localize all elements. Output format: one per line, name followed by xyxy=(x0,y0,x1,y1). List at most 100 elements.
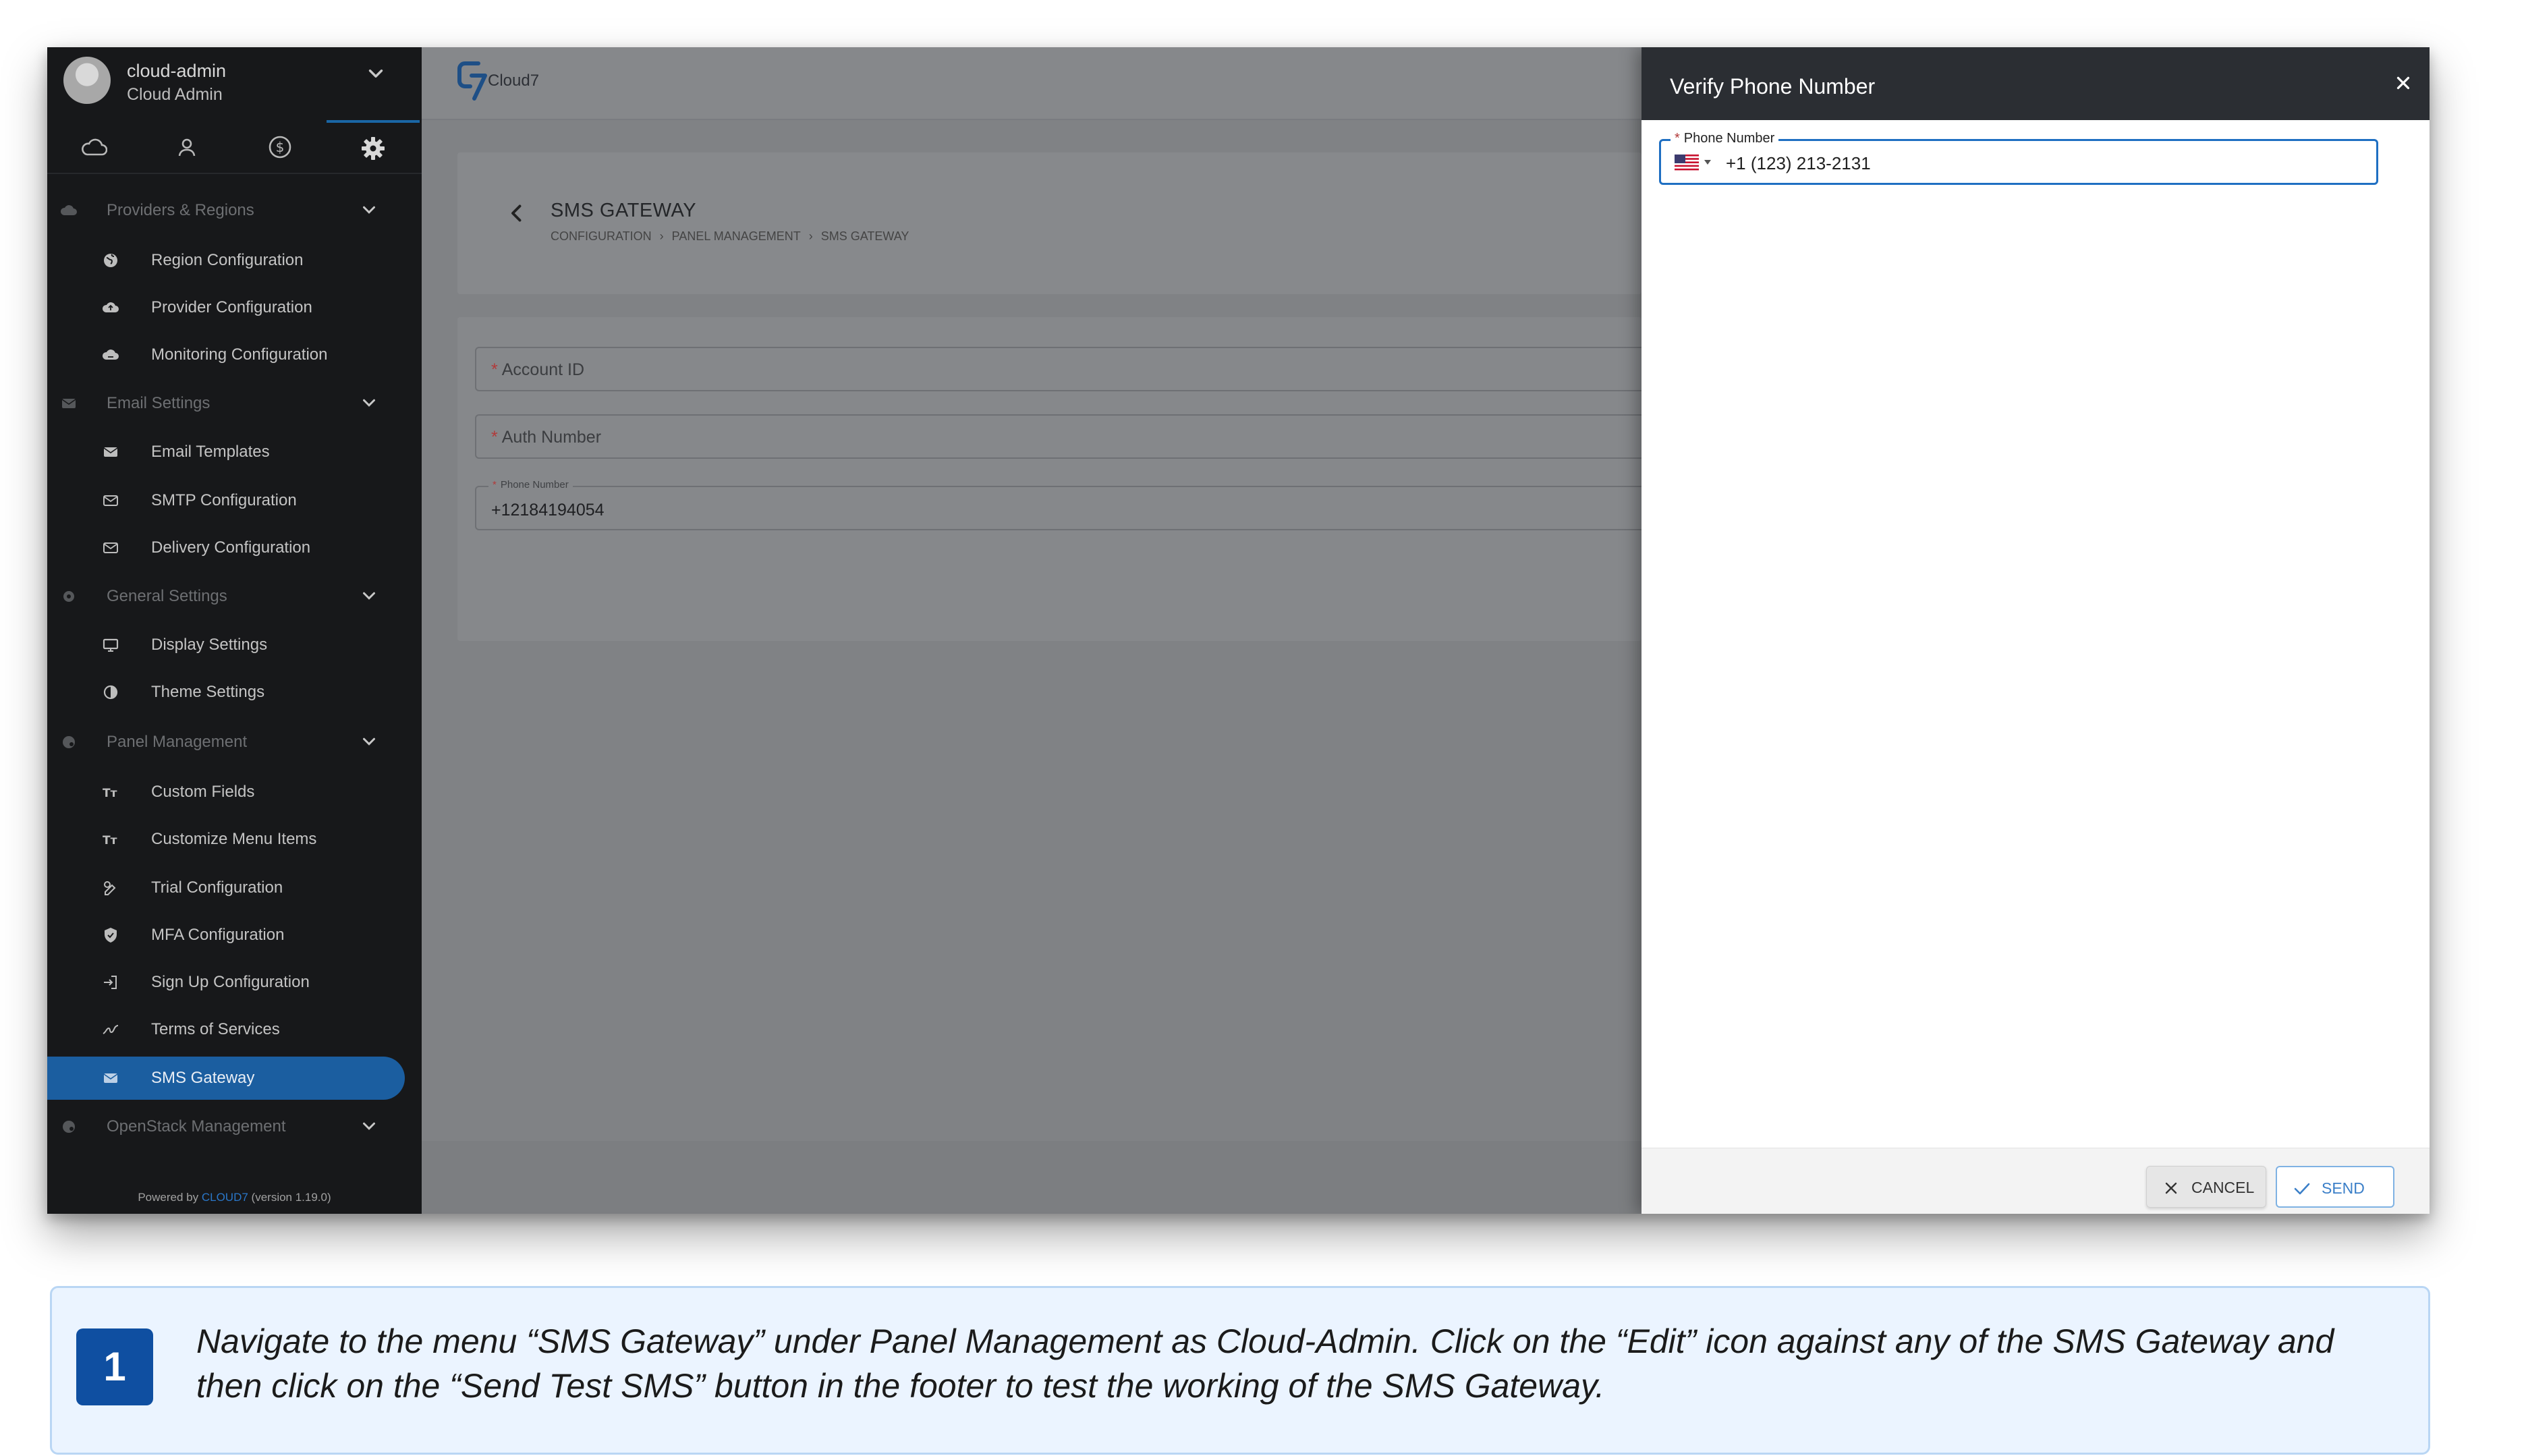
powered-brand-link[interactable]: CLOUD7 xyxy=(202,1191,248,1204)
sidebar-item-delivery-configuration[interactable]: Delivery Configuration xyxy=(47,526,422,569)
dialog-header: Verify Phone Number xyxy=(1641,47,2430,120)
sidebar-item-smtp-configuration[interactable]: SMTP Configuration xyxy=(47,479,422,522)
us-flag-icon[interactable] xyxy=(1675,155,1699,171)
svg-text:Tт: Tт xyxy=(103,787,117,800)
chevron-down-icon xyxy=(363,737,375,746)
cloud-monitor-icon xyxy=(102,349,119,360)
mail-icon xyxy=(61,399,76,408)
section-label: Panel Management xyxy=(107,733,248,751)
sidebar-item-sign-up-configuration[interactable]: Sign Up Configuration xyxy=(47,961,422,1004)
required-marker: * xyxy=(491,360,498,379)
tab-settings[interactable] xyxy=(327,120,420,174)
palette-icon xyxy=(63,1121,75,1133)
powered-by: Powered by CLOUD7 (version 1.19.0) xyxy=(47,1191,422,1204)
user-icon xyxy=(178,138,196,157)
trial-icon xyxy=(104,881,116,895)
close-icon[interactable] xyxy=(2393,73,2413,93)
sidebar-item-region-configuration[interactable]: Region Configuration xyxy=(47,239,422,282)
sidebar-item-display-settings[interactable]: Display Settings xyxy=(47,623,422,667)
section-label: Email Settings xyxy=(107,394,210,412)
verify-phone-dialog: Verify Phone Number * Phone Number +1 (12… xyxy=(1641,47,2430,1214)
login-icon xyxy=(104,976,117,989)
sidebar: cloud-admin Cloud Admin $ Providers & Re… xyxy=(47,47,422,1214)
caret-down-icon[interactable] xyxy=(1704,160,1711,165)
tab-cloud[interactable] xyxy=(47,120,140,174)
breadcrumb-item[interactable]: PANEL MANAGEMENT xyxy=(672,229,801,243)
text-size-icon: Tт xyxy=(103,834,117,847)
sidebar-item-theme-settings[interactable]: Theme Settings xyxy=(47,671,422,714)
sidebar-item-label: Theme Settings xyxy=(151,683,265,701)
sidebar-item-trial-configuration[interactable]: Trial Configuration xyxy=(47,866,422,909)
user-role: Cloud Admin xyxy=(127,85,223,104)
sidebar-item-label: Display Settings xyxy=(151,636,268,654)
section-email-settings[interactable]: Email Settings xyxy=(47,382,422,425)
powered-version: (version 1.19.0) xyxy=(248,1191,331,1204)
dollar-icon: $ xyxy=(269,136,291,159)
sidebar-item-provider-configuration[interactable]: Provider Configuration xyxy=(47,286,422,329)
mail-icon xyxy=(103,1073,118,1083)
sidebar-item-label: Monitoring Configuration xyxy=(151,345,328,364)
cancel-label: CANCEL xyxy=(2191,1179,2255,1196)
user-name: cloud-admin xyxy=(127,61,227,81)
step-number-badge: 1 xyxy=(76,1328,153,1405)
phone-number-label: Phone Number xyxy=(500,479,569,491)
account-id-placeholder: Account ID xyxy=(501,360,585,379)
sidebar-item-email-templates[interactable]: Email Templates xyxy=(47,430,422,474)
send-label: SEND xyxy=(2322,1179,2365,1197)
sidebar-item-label: MFA Configuration xyxy=(151,926,285,944)
dialog-footer: CANCEL SEND xyxy=(1641,1148,2430,1214)
chevron-down-icon[interactable] xyxy=(364,62,387,85)
sidebar-item-custom-fields[interactable]: Tт Custom Fields xyxy=(47,771,422,814)
sidebar-item-terms-of-services[interactable]: Terms of Services xyxy=(47,1008,422,1051)
breadcrumb-item[interactable]: CONFIGURATION xyxy=(551,229,652,243)
sidebar-item-customize-menu-items[interactable]: Tт Customize Menu Items xyxy=(47,818,422,861)
avatar xyxy=(63,57,111,104)
svg-text:Tт: Tт xyxy=(103,834,117,847)
section-panel-management[interactable]: Panel Management xyxy=(47,721,422,764)
dialog-title: Verify Phone Number xyxy=(1670,74,1876,99)
svg-text:$: $ xyxy=(276,139,285,155)
sidebar-item-label: Sign Up Configuration xyxy=(151,973,310,991)
sidebar-item-label: Customize Menu Items xyxy=(151,830,317,848)
sidebar-item-label: Delivery Configuration xyxy=(151,538,311,557)
palette-icon xyxy=(63,736,75,748)
cloud-icon xyxy=(82,138,107,156)
sidebar-item-monitoring-configuration[interactable]: Monitoring Configuration xyxy=(47,333,422,376)
powered-prefix: Powered by xyxy=(138,1191,202,1204)
required-marker: * xyxy=(491,428,498,447)
section-openstack-management[interactable]: OpenStack Management xyxy=(47,1105,422,1148)
phone-number-label: Phone Number xyxy=(1683,131,1775,146)
shield-icon xyxy=(105,928,117,943)
page-header: SMS GATEWAY CONFIGURATION › PANEL MANAGEME… xyxy=(457,152,1641,294)
mail-icon xyxy=(103,447,118,457)
sidebar-item-label: Region Configuration xyxy=(151,251,304,269)
logo-text: Cloud7 xyxy=(488,72,540,90)
cancel-button[interactable]: CANCEL xyxy=(2146,1166,2266,1208)
required-marker: * xyxy=(1675,131,1680,146)
step-instructions: Navigate to the menu “SMS Gateway” under… xyxy=(196,1322,2334,1405)
phone-number-input[interactable]: * Phone Number +1 (123) 213-2131 xyxy=(1659,131,2378,185)
send-button[interactable]: SEND xyxy=(2276,1166,2394,1208)
sidebar-item-label: Terms of Services xyxy=(151,1020,280,1038)
gear-icon xyxy=(63,591,74,602)
section-general-settings[interactable]: General Settings xyxy=(47,575,422,618)
sms-gateway-form: * Account ID * Auth Number * Phone Number +… xyxy=(457,317,2430,641)
sidebar-tabs: $ xyxy=(47,120,422,174)
text-size-icon: Tт xyxy=(103,787,117,800)
breadcrumb: CONFIGURATION › PANEL MANAGEMENT › SMS GATEW… xyxy=(551,229,909,244)
mail-config-icon xyxy=(103,495,118,506)
page-title: SMS GATEWAY xyxy=(551,200,697,221)
user-profile[interactable]: cloud-admin Cloud Admin xyxy=(47,47,422,120)
sidebar-item-mfa-configuration[interactable]: MFA Configuration xyxy=(47,914,422,957)
tab-billing[interactable]: $ xyxy=(233,120,327,174)
cloud-upload-icon xyxy=(102,302,119,312)
tab-user[interactable] xyxy=(140,120,233,174)
close-icon xyxy=(2165,1182,2177,1194)
sidebar-item-label: Email Templates xyxy=(151,443,270,461)
breadcrumb-separator: › xyxy=(808,229,813,243)
monitor-icon xyxy=(103,638,119,652)
sidebar-item-sms-gateway[interactable]: SMS Gateway xyxy=(47,1057,405,1100)
signature-icon xyxy=(103,1025,119,1034)
back-arrow-icon[interactable] xyxy=(505,201,529,225)
section-providers-regions[interactable]: Providers & Regions xyxy=(47,189,422,232)
